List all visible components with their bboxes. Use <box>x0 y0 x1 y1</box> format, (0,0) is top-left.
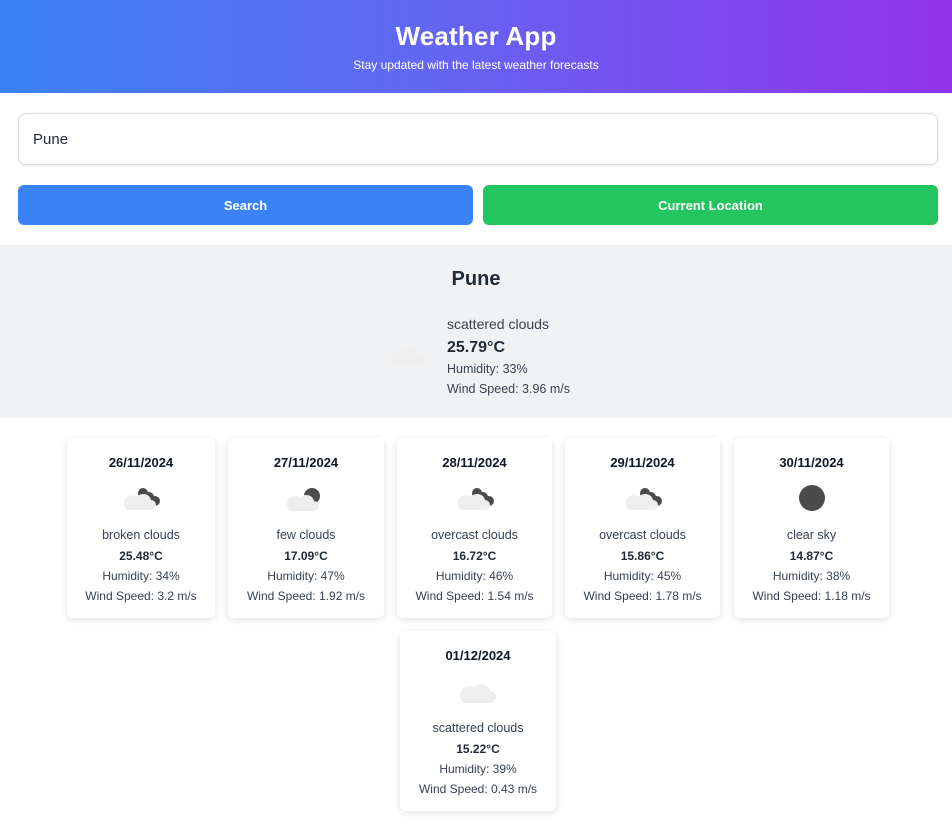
current-location-button[interactable]: Current Location <box>483 185 938 225</box>
forecast-card: 27/11/2024 few clouds 17.09°C Humidity: … <box>228 438 384 618</box>
forecast-date: 26/11/2024 <box>108 455 174 470</box>
forecast-wind-speed: Wind Speed: 1.18 m/s <box>752 589 871 603</box>
forecast-humidity: Humidity: 45% <box>603 569 682 583</box>
forecast-temperature: 14.87°C <box>789 549 834 563</box>
forecast-date: 29/11/2024 <box>610 455 675 470</box>
current-city-name: Pune <box>451 268 501 290</box>
forecast-temperature: 15.86°C <box>620 549 665 563</box>
forecast-description: clear sky <box>786 528 837 542</box>
forecast-wind-speed: Wind Speed: 1.92 m/s <box>246 589 366 603</box>
forecast-card: 28/11/2024 overcast clouds 16.72°C Humid… <box>397 438 552 618</box>
forecast-date: 30/11/2024 <box>779 455 844 470</box>
forecast-humidity: Humidity: 46% <box>435 569 514 583</box>
broken-clouds-icon <box>123 488 160 510</box>
scattered-clouds-icon <box>392 346 424 365</box>
overcast-clouds-icon <box>625 488 662 510</box>
app-header: Weather App Stay updated with the latest… <box>0 0 952 93</box>
scattered-clouds-icon <box>459 684 496 703</box>
overcast-clouds-icon <box>457 488 494 510</box>
forecast-description: overcast clouds <box>431 528 518 542</box>
forecast-wind-speed: Wind Speed: 0.43 m/s <box>418 782 538 796</box>
forecast-card: 29/11/2024 overcast clouds 15.86°C Humid… <box>565 438 720 618</box>
current-wind-speed: Wind Speed: 3.96 m/s <box>447 382 570 396</box>
current-description: scattered clouds <box>447 316 549 332</box>
forecast-date: 28/11/2024 <box>442 455 507 470</box>
forecast-humidity: Humidity: 47% <box>267 569 345 583</box>
city-search-input[interactable] <box>18 113 938 165</box>
current-temperature: 25.79°C <box>447 339 505 356</box>
forecast-wind-speed: Wind Speed: 1.54 m/s <box>415 589 534 603</box>
forecast-description: few clouds <box>276 528 336 542</box>
current-weather-panel: Pune scattered clouds 25.79°C Humidity: … <box>0 245 952 418</box>
forecast-date: 01/12/2024 <box>445 648 511 663</box>
forecast-description: broken clouds <box>102 528 180 542</box>
few-clouds-icon <box>286 488 320 511</box>
forecast-card: 01/12/2024 scattered clouds 15.22°C Humi… <box>400 631 556 811</box>
forecast-humidity: Humidity: 39% <box>439 762 517 776</box>
forecast-card: 30/11/2024 clear sky 14.87°C Humidity: 3… <box>734 438 889 618</box>
forecast-wind-speed: Wind Speed: 3.2 m/s <box>85 589 197 603</box>
forecast-date: 27/11/2024 <box>273 455 339 470</box>
forecast-humidity: Humidity: 34% <box>102 569 180 583</box>
current-weather-info: scattered clouds 25.79°C Humidity: 33% W… <box>447 315 570 398</box>
forecast-wind-speed: Wind Speed: 1.78 m/s <box>583 589 702 603</box>
current-humidity: Humidity: 33% <box>447 362 528 376</box>
app-title: Weather App <box>395 21 557 51</box>
forecast-temperature: 25.48°C <box>119 549 163 563</box>
clear-sky-icon <box>798 485 825 511</box>
search-button[interactable]: Search <box>18 185 473 225</box>
app-subtitle: Stay updated with the latest weather for… <box>353 58 599 72</box>
forecast-temperature: 15.22°C <box>456 742 500 756</box>
forecast-humidity: Humidity: 38% <box>772 569 851 583</box>
forecast-temperature: 16.72°C <box>452 549 497 563</box>
forecast-temperature: 17.09°C <box>284 549 328 563</box>
forecast-description: scattered clouds <box>432 721 524 735</box>
forecast-card: 26/11/2024 broken clouds 25.48°C Humidit… <box>67 438 215 618</box>
forecast-description: overcast clouds <box>599 528 686 542</box>
